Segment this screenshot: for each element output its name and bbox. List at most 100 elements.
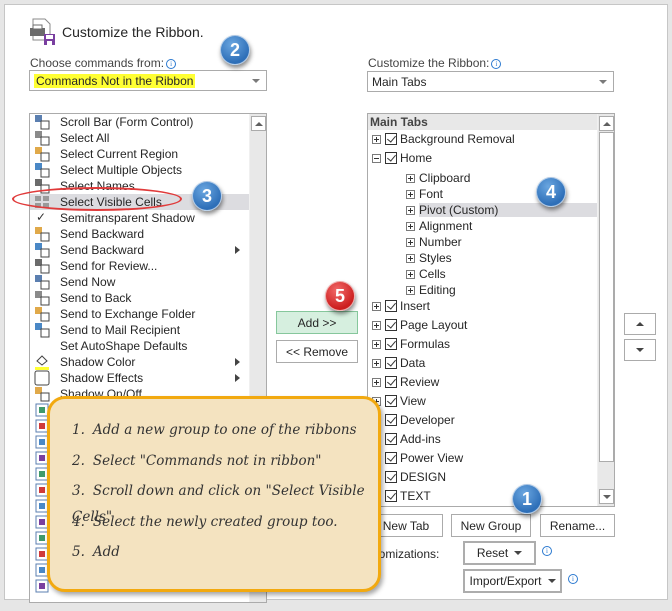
command-item[interactable]: Send Now xyxy=(30,274,262,290)
command-item[interactable]: ✓ Semitransparent Shadow xyxy=(30,210,262,226)
tab-checkbox[interactable] xyxy=(385,395,397,407)
info-icon[interactable]: i xyxy=(166,58,177,69)
tree-item[interactable]: Insert xyxy=(368,298,430,314)
command-item[interactable]: Send to Mail Recipient xyxy=(30,322,262,338)
expand-icon[interactable] xyxy=(372,358,381,368)
tree-item[interactable]: Background Removal xyxy=(368,131,515,147)
scroll-down-button[interactable] xyxy=(599,489,614,504)
tab-checkbox[interactable] xyxy=(385,300,397,312)
reset-button[interactable]: Reset xyxy=(463,541,536,565)
instruction-step: 5. Add xyxy=(72,539,378,570)
tree-item[interactable]: Styles xyxy=(368,250,452,266)
tree-item[interactable]: Alignment xyxy=(368,218,472,234)
move-down-button[interactable] xyxy=(624,339,656,361)
command-item[interactable]: Send to Exchange Folder xyxy=(30,306,262,322)
command-item[interactable]: Shadow Color xyxy=(30,354,262,370)
instruction-step: 3. Scroll down and click on "Select Visib… xyxy=(72,478,378,525)
command-label: Send to Back xyxy=(60,291,132,305)
expand-icon[interactable] xyxy=(406,269,415,279)
expand-icon[interactable] xyxy=(372,339,381,349)
command-label: Send to Exchange Folder xyxy=(60,307,196,321)
remove-button-label: << Remove xyxy=(285,344,349,359)
tab-checkbox[interactable] xyxy=(385,338,397,350)
remove-button[interactable]: << Remove xyxy=(276,340,358,363)
command-item[interactable]: Scroll Bar (Form Control) xyxy=(30,114,262,130)
expand-icon[interactable] xyxy=(406,253,415,263)
scroll-up-button[interactable] xyxy=(251,116,266,131)
tree-item[interactable]: Power View xyxy=(368,450,463,466)
info-icon[interactable]: i xyxy=(568,574,578,584)
tab-checkbox[interactable] xyxy=(385,471,397,483)
tab-checkbox[interactable] xyxy=(385,414,397,426)
tree-item-label: Insert xyxy=(400,299,431,313)
expand-icon[interactable] xyxy=(406,285,415,295)
tab-checkbox[interactable] xyxy=(385,319,397,331)
customize-ribbon-icon xyxy=(28,18,56,46)
tab-checkbox[interactable] xyxy=(385,357,397,369)
step-text: Select the newly created group too. xyxy=(92,513,338,530)
info-icon[interactable]: i xyxy=(542,546,552,556)
tree-item[interactable]: Font xyxy=(368,186,443,202)
command-label: Scroll Bar (Form Control) xyxy=(60,115,194,129)
expand-icon[interactable] xyxy=(406,189,415,199)
command-item[interactable]: Send for Review... xyxy=(30,258,262,274)
tree-scrollbar[interactable] xyxy=(597,114,614,506)
command-item[interactable]: Send Backward xyxy=(30,226,262,242)
tab-checkbox[interactable] xyxy=(385,152,397,164)
tree-item[interactable]: Review xyxy=(368,374,439,390)
command-item[interactable]: Select Current Region xyxy=(30,146,262,162)
tree-item[interactable]: Home xyxy=(368,150,432,166)
instruction-step: 1. Add a new group to one of the ribbons xyxy=(72,417,378,448)
expand-icon[interactable] xyxy=(406,221,415,231)
add-button[interactable]: Add >> xyxy=(276,311,358,334)
rename-button[interactable]: Rename... xyxy=(540,514,615,537)
tree-item[interactable]: Cells xyxy=(368,266,446,282)
customize-ribbon-dropdown[interactable]: Main Tabs xyxy=(367,71,614,92)
expand-icon[interactable] xyxy=(372,134,381,144)
expand-icon[interactable] xyxy=(372,320,381,330)
step-badge-4: 4 xyxy=(536,177,566,207)
tree-item[interactable]: Formulas xyxy=(368,336,450,352)
tree-item-label: Review xyxy=(400,375,440,389)
tab-checkbox[interactable] xyxy=(385,433,397,445)
tab-checkbox[interactable] xyxy=(385,490,397,502)
command-item[interactable]: Select All xyxy=(30,130,262,146)
collapse-icon[interactable] xyxy=(372,153,381,163)
command-item[interactable]: Send Backward xyxy=(30,242,262,258)
new-group-button[interactable]: New Group xyxy=(451,514,531,537)
command-item[interactable]: Set AutoShape Defaults xyxy=(30,338,262,354)
select-all-icon xyxy=(34,130,50,146)
ribbon-tree[interactable]: Main Tabs Background Removal Home Clipboar… xyxy=(367,113,615,507)
tree-item[interactable]: Number xyxy=(368,234,462,250)
tree-item[interactable]: Data xyxy=(368,355,425,371)
tab-checkbox[interactable] xyxy=(385,133,397,145)
scroll-up-button[interactable] xyxy=(599,116,614,131)
submenu-arrow-icon xyxy=(235,246,240,254)
command-item[interactable]: Shadow Effects xyxy=(30,370,262,386)
command-item[interactable]: Send to Back xyxy=(30,290,262,306)
tab-checkbox[interactable] xyxy=(385,376,397,388)
add-button-label: Add >> xyxy=(297,315,337,330)
tree-item[interactable]: Clipboard xyxy=(368,170,470,186)
tab-checkbox[interactable] xyxy=(385,452,397,464)
expand-icon[interactable] xyxy=(372,377,381,387)
choose-commands-dropdown[interactable]: Commands Not in the Ribbon xyxy=(29,70,267,91)
tree-item[interactable]: Developer xyxy=(368,412,455,428)
arrow-down-icon xyxy=(603,495,611,499)
tree-item[interactable]: Editing xyxy=(368,282,456,298)
import-export-button[interactable]: Import/Export xyxy=(463,569,562,593)
expand-icon[interactable] xyxy=(406,173,415,183)
info-icon[interactable]: i xyxy=(491,58,502,69)
command-item[interactable]: Select Multiple Objects xyxy=(30,162,262,178)
send-review-icon xyxy=(34,258,50,274)
move-up-button[interactable] xyxy=(624,313,656,335)
tree-item[interactable]: Pivot (Custom) xyxy=(368,202,609,218)
expand-icon[interactable] xyxy=(372,301,381,311)
tree-item[interactable]: Page Layout xyxy=(368,317,467,333)
command-label: Semitransparent Shadow xyxy=(60,211,195,225)
scroll-thumb[interactable] xyxy=(599,132,614,462)
expand-icon[interactable] xyxy=(406,205,415,215)
new-group-label: New Group xyxy=(460,518,522,533)
expand-icon[interactable] xyxy=(406,237,415,247)
tree-item-label: Add-ins xyxy=(400,432,441,446)
